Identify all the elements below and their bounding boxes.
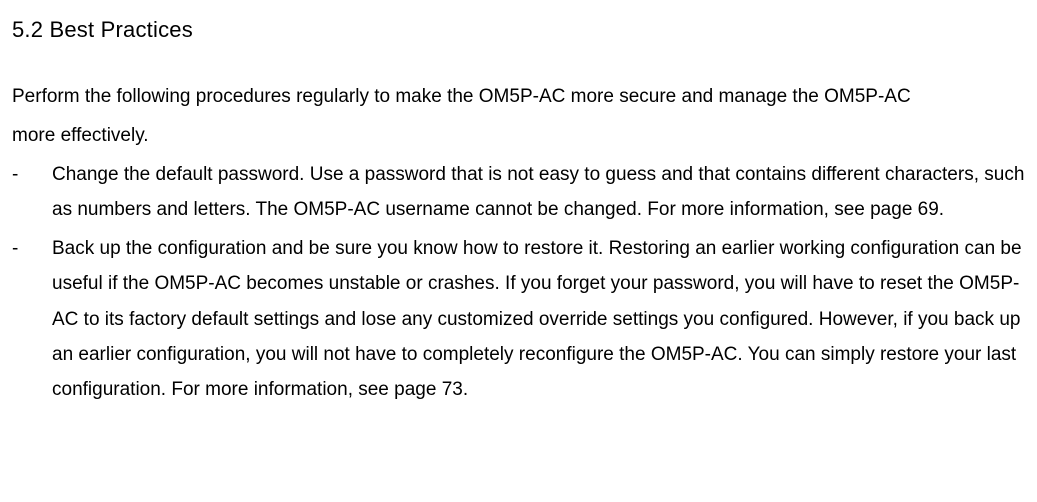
intro-paragraph-1: Perform the following procedures regular…	[12, 79, 1025, 114]
intro-paragraph-2: more effectively.	[12, 118, 1025, 153]
section-heading: 5.2 Best Practices	[12, 10, 1025, 51]
list-item: Change the default password. Use a passw…	[12, 157, 1025, 227]
list-item: Back up the configuration and be sure yo…	[12, 231, 1025, 407]
best-practices-list: Change the default password. Use a passw…	[12, 157, 1025, 407]
